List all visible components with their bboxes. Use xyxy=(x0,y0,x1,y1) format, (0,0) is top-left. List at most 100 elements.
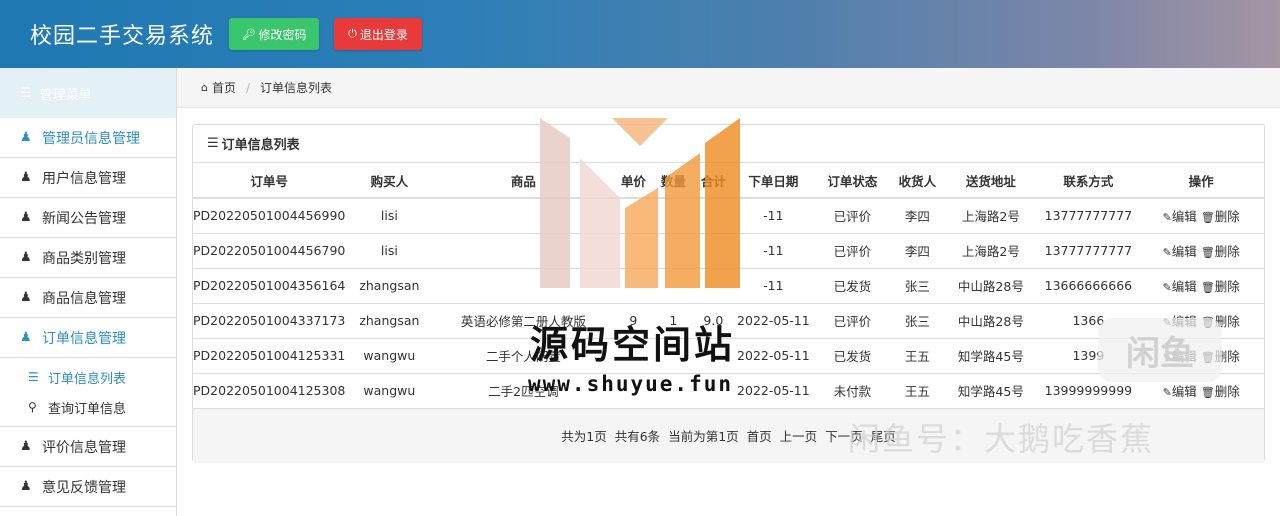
app-title: 校园二手交易系统 xyxy=(30,24,215,49)
edit-label: 编辑 xyxy=(1171,279,1197,294)
edit-button[interactable]: ✎编辑 xyxy=(1163,244,1197,259)
delete-label: 删除 xyxy=(1214,209,1240,225)
cell-buyer: zhangsan xyxy=(345,303,434,339)
pager-prev[interactable]: 上一页 xyxy=(780,426,818,445)
trash-icon: 🗑︎ xyxy=(1200,281,1215,294)
submenu-order-search[interactable]: ⚲ 查询订单信息 xyxy=(0,392,176,422)
edit-button[interactable]: ✎编辑 xyxy=(1163,384,1197,399)
sidebar-item-label: 新闻公告管理 xyxy=(42,210,126,227)
sidebar-item-users[interactable]: ♟ 用户信息管理 xyxy=(0,158,176,198)
menu-icon: ☰ xyxy=(20,85,32,101)
cell-buyer: zhangsan xyxy=(345,268,434,304)
sidebar-header: ☰ 管理菜单 xyxy=(0,68,176,118)
cell-actions: ✎编辑 🗑︎删除 xyxy=(1138,233,1264,269)
cell-receiver: 李四 xyxy=(891,233,944,269)
cell-phone: 13666666666 xyxy=(1038,268,1139,304)
cell-order-no: PD20220501004337173 xyxy=(193,303,346,339)
key-icon: 🔑︎ xyxy=(241,27,256,41)
cell-receiver: 李四 xyxy=(891,198,944,234)
col-receiver: 收货人 xyxy=(891,163,944,199)
col-status: 订单状态 xyxy=(813,163,892,199)
delete-button[interactable]: 🗑︎删除 xyxy=(1201,209,1240,224)
logout-label: 退出登录 xyxy=(359,27,408,42)
edit-button[interactable]: ✎编辑 xyxy=(1163,279,1197,294)
panel-title-text: 订单信息列表 xyxy=(221,138,300,153)
cell-actions: ✎编辑🗑︎删除 xyxy=(1138,268,1264,304)
user-icon: ♟ xyxy=(20,290,32,305)
cell-phone: 13777777777 xyxy=(1038,198,1139,234)
edit-icon: ✎ xyxy=(1162,281,1172,294)
watermark-xianyu-logo: 闲鱼 xyxy=(1098,318,1222,382)
user-icon: ♟ xyxy=(20,170,32,185)
cell-order-no: PD20220501004456990 xyxy=(193,198,346,234)
cell-receiver: 王五 xyxy=(891,338,944,374)
delete-button[interactable]: 🗑︎删除 xyxy=(1201,244,1240,259)
edit-icon: ✎ xyxy=(1162,386,1172,399)
search-icon: ⚲ xyxy=(28,400,37,414)
cell-date: 2022-05-11 xyxy=(733,303,814,339)
user-icon: ♟ xyxy=(20,210,32,225)
change-password-label: 修改密码 xyxy=(258,27,307,42)
sidebar-item-reviews[interactable]: ♟ 评价信息管理 xyxy=(0,427,176,467)
delete-button[interactable]: 🗑︎删除 xyxy=(1201,279,1240,294)
edit-label: 编辑 xyxy=(1171,384,1197,399)
cell-phone: 13777777777 xyxy=(1038,233,1139,269)
edit-label: 编辑 xyxy=(1171,209,1197,225)
col-buyer: 购买人 xyxy=(345,163,434,199)
user-icon: ♟ xyxy=(20,479,32,494)
cell-status: 已发货 xyxy=(813,268,892,304)
sidebar-item-orders[interactable]: ♟ 订单信息管理 xyxy=(0,318,176,358)
logout-button[interactable]: ⏻ 退出登录 xyxy=(334,18,423,50)
cell-status: 已评价 xyxy=(813,198,892,234)
user-icon: ♟ xyxy=(20,130,32,145)
cell-date: -11 xyxy=(733,233,814,269)
submenu-order-list[interactable]: ☰ 订单信息列表 xyxy=(0,362,176,392)
cell-address: 知学路45号 xyxy=(943,373,1039,409)
watermark-site-name: 源码空间站 xyxy=(530,323,736,367)
trash-icon: 🗑︎ xyxy=(1200,386,1215,399)
cell-order-no: PD20220501004456790 xyxy=(193,233,346,269)
delete-button[interactable]: 🗑︎删除 xyxy=(1201,384,1240,399)
sidebar-item-label: 订单信息管理 xyxy=(42,330,126,347)
pager-total-pages: 共为1页 xyxy=(561,429,607,444)
cell-status: 已评价 xyxy=(813,303,892,339)
power-icon: ⏻ xyxy=(348,27,357,40)
cell-buyer: wangwu xyxy=(345,373,434,409)
edit-button[interactable]: ✎编辑 xyxy=(1163,209,1197,224)
sidebar-item-admin[interactable]: ♟ 管理员信息管理 xyxy=(0,118,176,158)
sidebar: ☰ 管理菜单 ♟ 管理员信息管理 ♟ 用户信息管理 ♟ 新闻公告管理 ♟ 商品类… xyxy=(0,68,177,516)
edit-label: 编辑 xyxy=(1171,244,1197,259)
col-address: 送货地址 xyxy=(943,163,1039,199)
delete-label: 删除 xyxy=(1214,279,1240,294)
pager-first[interactable]: 首页 xyxy=(747,426,772,445)
cell-address: 中山路28号 xyxy=(943,303,1039,339)
breadcrumb-home[interactable]: 首页 xyxy=(212,79,236,96)
cell-date: -11 xyxy=(733,198,814,234)
cell-order-no: PD20220501004125331 xyxy=(193,338,346,374)
pager-current: 当前为第1页 xyxy=(668,429,739,444)
delete-label: 删除 xyxy=(1214,244,1240,259)
watermark-site-url: www.shuyue.fun xyxy=(528,372,734,396)
sidebar-item-news[interactable]: ♟ 新闻公告管理 xyxy=(0,198,176,238)
sidebar-item-label: 评价信息管理 xyxy=(42,439,126,456)
sidebar-item-feedback[interactable]: ♟ 意见反馈管理 xyxy=(0,467,176,507)
edit-icon: ✎ xyxy=(1162,246,1172,259)
cell-address: 中山路28号 xyxy=(943,268,1039,304)
trash-icon: 🗑︎ xyxy=(1200,211,1215,225)
cell-buyer: lisi xyxy=(345,233,434,269)
sidebar-item-categories[interactable]: ♟ 商品类别管理 xyxy=(0,238,176,278)
col-actions: 操作 xyxy=(1138,163,1264,199)
cell-actions: ✎编辑🗑︎删除 xyxy=(1138,198,1264,234)
change-password-button[interactable]: 🔑︎ 修改密码 xyxy=(229,18,320,50)
watermark-bars-logo xyxy=(540,118,740,288)
cell-status: 已评价 xyxy=(813,233,892,269)
submenu-label: 订单信息列表 xyxy=(48,371,127,387)
cell-receiver: 张三 xyxy=(891,268,944,304)
sidebar-item-label: 意见反馈管理 xyxy=(42,479,126,496)
user-icon: ♟ xyxy=(20,330,32,345)
cell-address: 知学路45号 xyxy=(943,338,1039,374)
sidebar-item-products[interactable]: ♟ 商品信息管理 xyxy=(0,278,176,318)
cell-status: 已发货 xyxy=(813,338,892,374)
col-phone: 联系方式 xyxy=(1038,163,1139,199)
top-header: 校园二手交易系统 🔑︎ 修改密码 ⏻ 退出登录 xyxy=(0,0,1280,68)
